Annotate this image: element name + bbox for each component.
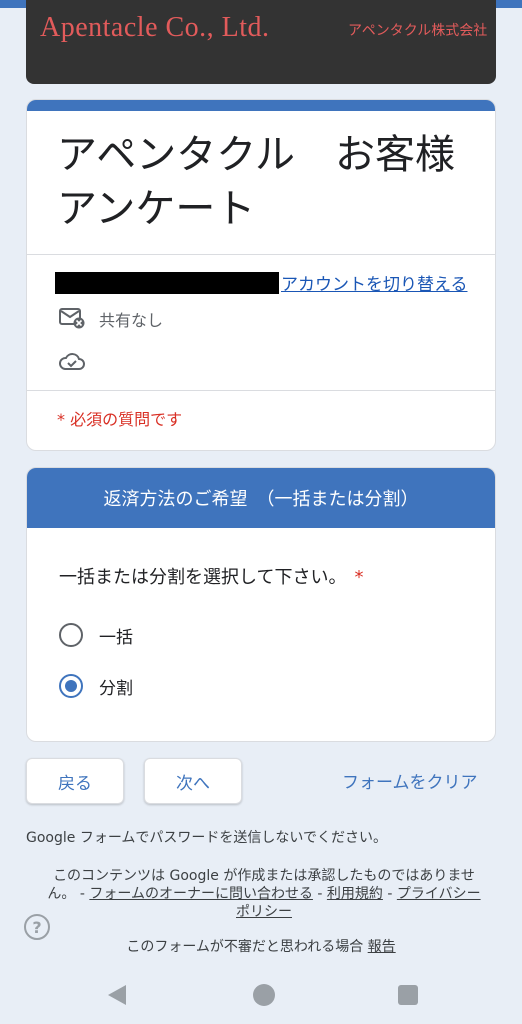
separator: - [382, 886, 397, 902]
required-star: * [354, 567, 364, 588]
option-bunkatsu[interactable]: 分割 [59, 671, 133, 701]
report-prefix: このフォームが不審だと思われる場合 [126, 939, 368, 955]
nav-recent-icon[interactable] [398, 985, 418, 1005]
header-banner-image: Apentacle Co., Ltd. アペンタクル株式会社 [26, 0, 496, 84]
question-text: 一括または分割を選択して下さい。 * [59, 563, 363, 589]
disclaimer: このコンテンツは Google が作成または承認したものではありません。 - フ… [44, 867, 484, 921]
divider [27, 254, 495, 255]
nav-home-icon[interactable] [253, 984, 275, 1006]
redacted-email [55, 272, 279, 294]
option-ikkatsu[interactable]: 一括 [59, 620, 133, 650]
title-card-accent [27, 100, 495, 111]
section-header: 返済方法のご希望 （一括または分割） [27, 468, 495, 528]
android-nav-bar [0, 970, 522, 1024]
question-label: 一括または分割を選択して下さい。 [59, 567, 347, 588]
mail-unshared-icon [59, 308, 85, 329]
nav-back-icon[interactable] [108, 985, 126, 1005]
required-note: * 必須の質問です [57, 410, 183, 429]
report-line: このフォームが不審だと思われる場合 報告 [0, 936, 522, 956]
option-label: 一括 [99, 627, 133, 648]
switch-account-link[interactable]: アカウントを切り替える [281, 270, 468, 295]
cloud-check-icon [59, 353, 85, 370]
password-warning: Google フォームでパスワードを送信しないでください。 [26, 830, 387, 846]
radio-button[interactable] [59, 623, 83, 647]
option-label: 分割 [99, 678, 133, 699]
contact-owner-link[interactable]: フォームのオーナーに問い合わせる [89, 886, 313, 902]
form-title-card: アペンタクル お客様アンケート アカウントを切り替える 共有なし * 必須の質問… [26, 99, 496, 451]
form-title: アペンタクル お客様アンケート [57, 132, 455, 232]
next-button[interactable]: 次へ [144, 758, 242, 804]
banner-company-en: Apentacle Co., Ltd. [40, 12, 270, 43]
banner-company-jp: アペンタクル株式会社 [348, 23, 488, 39]
share-status-text: 共有なし [99, 311, 164, 330]
terms-link[interactable]: 利用規約 [327, 886, 383, 902]
separator: - [312, 886, 327, 902]
question-section-card: 返済方法のご希望 （一括または分割） 一括または分割を選択して下さい。 * 一括 … [26, 467, 496, 742]
report-link[interactable]: 報告 [368, 939, 396, 955]
divider [27, 390, 495, 391]
back-button[interactable]: 戻る [26, 758, 124, 804]
radio-button-selected[interactable] [59, 674, 83, 698]
clear-form-link[interactable]: フォームをクリア [342, 768, 478, 793]
